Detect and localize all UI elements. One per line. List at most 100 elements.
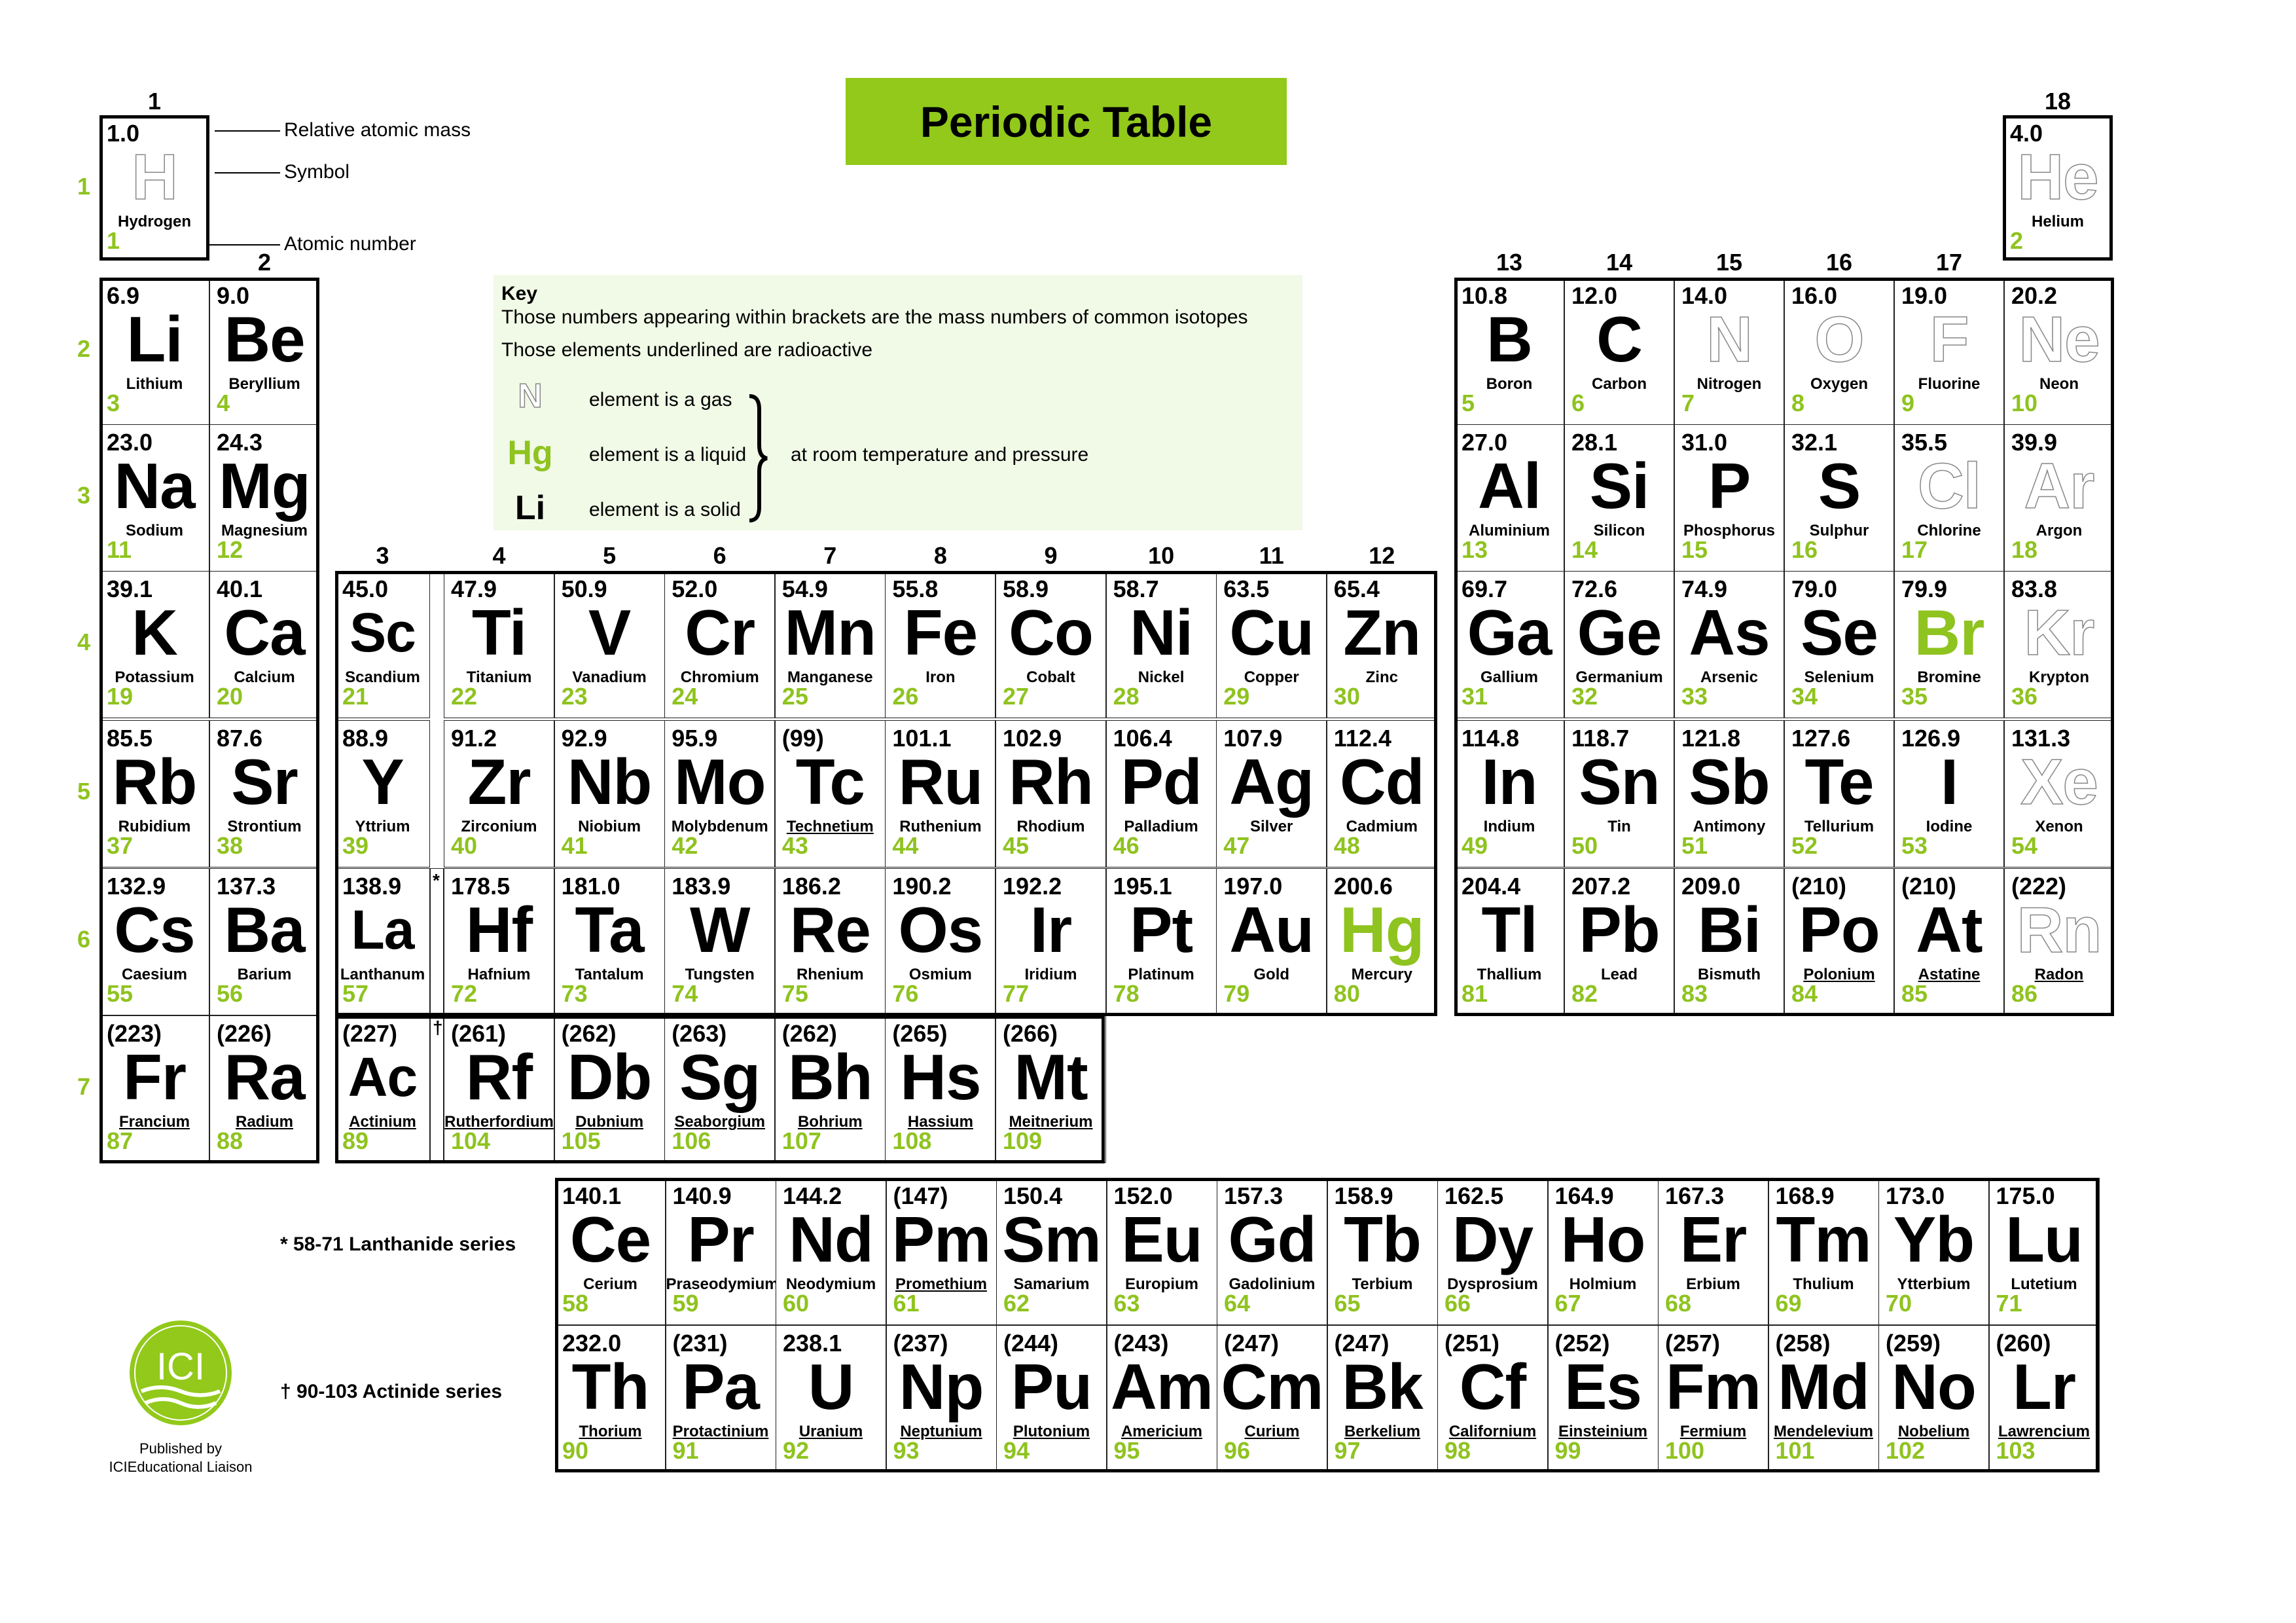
element-cell-rb[interactable]: 85.5 Rb Rubidium 37 <box>99 720 209 867</box>
element-cell-sg[interactable]: (263) Sg Seaborgium 106 <box>664 1015 776 1163</box>
element-cell-ce[interactable]: 140.1 Ce Cerium 58 <box>555 1178 666 1325</box>
element-cell-re[interactable]: 186.2 Re Rhenium 75 <box>774 868 886 1015</box>
element-cell-kr[interactable]: 83.8 Kr Krypton 36 <box>2004 571 2114 718</box>
element-cell-as[interactable]: 74.9 As Arsenic 33 <box>1674 571 1784 718</box>
element-cell-in[interactable]: 114.8 In Indium 49 <box>1454 720 1564 867</box>
element-cell-bk[interactable]: (247) Bk Berkelium 97 <box>1327 1325 1438 1472</box>
element-cell-cr[interactable]: 52.0 Cr Chromium 24 <box>664 571 776 718</box>
element-cell-he[interactable]: 4.0 He Helium 2 <box>2003 115 2113 261</box>
element-cell-tm[interactable]: 168.9 Tm Thulium 69 <box>1768 1178 1879 1325</box>
element-cell-fr[interactable]: (223) Fr Francium 87 <box>99 1015 209 1163</box>
element-cell-os[interactable]: 190.2 Os Osmium 76 <box>885 868 996 1015</box>
element-cell-yb[interactable]: 173.0 Yb Ytterbium 70 <box>1878 1178 1989 1325</box>
element-cell-au[interactable]: 197.0 Au Gold 79 <box>1216 868 1327 1015</box>
element-cell-y[interactable]: 88.9 Y Yttrium 39 <box>335 720 430 867</box>
element-cell-f[interactable]: 19.0 F Fluorine 9 <box>1894 278 2004 425</box>
element-cell-hf[interactable]: 178.5 Hf Hafnium 72 <box>444 868 554 1015</box>
element-cell-se[interactable]: 79.0 Se Selenium 34 <box>1784 571 1894 718</box>
element-cell-ga[interactable]: 69.7 Ga Gallium 31 <box>1454 571 1564 718</box>
element-cell-pb[interactable]: 207.2 Pb Lead 82 <box>1564 868 1674 1015</box>
element-cell-cm[interactable]: (247) Cm Curium 96 <box>1217 1325 1327 1472</box>
element-cell-lu[interactable]: 175.0 Lu Lutetium 71 <box>1988 1178 2100 1325</box>
element-cell-dy[interactable]: 162.5 Dy Dysprosium 66 <box>1437 1178 1548 1325</box>
element-cell-sm[interactable]: 150.4 Sm Samarium 62 <box>996 1178 1107 1325</box>
element-cell-fe[interactable]: 55.8 Fe Iron 26 <box>885 571 996 718</box>
element-cell-bi[interactable]: 209.0 Bi Bismuth 83 <box>1674 868 1784 1015</box>
element-cell-cs[interactable]: 132.9 Cs Caesium 55 <box>99 868 209 1015</box>
element-cell-ge[interactable]: 72.6 Ge Germanium 32 <box>1564 571 1674 718</box>
element-cell-n[interactable]: 14.0 N Nitrogen 7 <box>1674 278 1784 425</box>
element-cell-i[interactable]: 126.9 I Iodine 53 <box>1894 720 2004 867</box>
element-cell-tb[interactable]: 158.9 Tb Terbium 65 <box>1327 1178 1438 1325</box>
element-cell-u[interactable]: 238.1 U Uranium 92 <box>776 1325 886 1472</box>
element-cell-ag[interactable]: 107.9 Ag Silver 47 <box>1216 720 1327 867</box>
element-cell-ne[interactable]: 20.2 Ne Neon 10 <box>2004 278 2114 425</box>
element-cell-ti[interactable]: 47.9 Ti Titanium 22 <box>444 571 554 718</box>
element-cell-na[interactable]: 23.0 Na Sodium 11 <box>99 424 209 572</box>
element-cell-be[interactable]: 9.0 Be Beryllium 4 <box>209 278 319 425</box>
element-cell-cl[interactable]: 35.5 Cl Chlorine 17 <box>1894 424 2004 572</box>
element-cell-po[interactable]: (210) Po Polonium 84 <box>1784 868 1894 1015</box>
element-cell-gd[interactable]: 157.3 Gd Gadolinium 64 <box>1217 1178 1327 1325</box>
element-cell-o[interactable]: 16.0 O Oxygen 8 <box>1784 278 1894 425</box>
element-cell-li[interactable]: 6.9 Li Lithium 3 <box>99 278 209 425</box>
element-cell-ni[interactable]: 58.7 Ni Nickel 28 <box>1105 571 1217 718</box>
element-cell-ba[interactable]: 137.3 Ba Barium 56 <box>209 868 319 1015</box>
element-cell-al[interactable]: 27.0 Al Aluminium 13 <box>1454 424 1564 572</box>
element-cell-pd[interactable]: 106.4 Pd Palladium 46 <box>1105 720 1217 867</box>
element-cell-mn[interactable]: 54.9 Mn Manganese 25 <box>774 571 886 718</box>
element-cell-es[interactable]: (252) Es Einsteinium 99 <box>1547 1325 1659 1472</box>
element-cell-sn[interactable]: 118.7 Sn Tin 50 <box>1564 720 1674 867</box>
element-cell-at[interactable]: (210) At Astatine 85 <box>1894 868 2004 1015</box>
element-cell-zn[interactable]: 65.4 Zn Zinc 30 <box>1326 571 1437 718</box>
element-cell-md[interactable]: (258) Md Mendelevium 101 <box>1768 1325 1879 1472</box>
element-cell-ir[interactable]: 192.2 Ir Iridium 77 <box>996 868 1106 1015</box>
element-cell-sc[interactable]: 45.0 Sc Scandium 21 <box>335 571 430 718</box>
element-cell-pr[interactable]: 140.9 Pr Praseodymium 59 <box>665 1178 776 1325</box>
element-cell-db[interactable]: (262) Db Dubnium 105 <box>554 1015 665 1163</box>
element-cell-xe[interactable]: 131.3 Xe Xenon 54 <box>2004 720 2114 867</box>
element-cell-no[interactable]: (259) No Nobelium 102 <box>1878 1325 1989 1472</box>
element-cell-cf[interactable]: (251) Cf Californium 98 <box>1437 1325 1548 1472</box>
element-cell-mo[interactable]: 95.9 Mo Molybdenum 42 <box>664 720 776 867</box>
element-cell-pt[interactable]: 195.1 Pt Platinum 78 <box>1105 868 1217 1015</box>
element-cell-pu[interactable]: (244) Pu Plutonium 94 <box>996 1325 1107 1472</box>
element-cell-mt[interactable]: (266) Mt Meitnerium 109 <box>996 1015 1106 1163</box>
element-cell-er[interactable]: 167.3 Er Erbium 68 <box>1658 1178 1768 1325</box>
element-cell-pa[interactable]: (231) Pa Protactinium 91 <box>665 1325 776 1472</box>
element-cell-si[interactable]: 28.1 Si Silicon 14 <box>1564 424 1674 572</box>
element-cell-th[interactable]: 232.0 Th Thorium 90 <box>555 1325 666 1472</box>
element-cell-rh[interactable]: 102.9 Rh Rhodium 45 <box>996 720 1106 867</box>
element-cell-lr[interactable]: (260) Lr Lawrencium 103 <box>1988 1325 2100 1472</box>
element-cell-h[interactable]: 1.0 H Hydrogen 1 <box>99 115 209 261</box>
element-cell-br[interactable]: 79.9 Br Bromine 35 <box>1894 571 2004 718</box>
element-cell-k[interactable]: 39.1 K Potassium 19 <box>99 571 209 718</box>
element-cell-am[interactable]: (243) Am Americium 95 <box>1106 1325 1217 1472</box>
element-cell-s[interactable]: 32.1 S Sulphur 16 <box>1784 424 1894 572</box>
element-cell-rn[interactable]: (222) Rn Radon 86 <box>2004 868 2114 1015</box>
element-cell-hg[interactable]: 200.6 Hg Mercury 80 <box>1326 868 1437 1015</box>
element-cell-np[interactable]: (237) Np Neptunium 93 <box>886 1325 997 1472</box>
element-cell-b[interactable]: 10.8 B Boron 5 <box>1454 278 1564 425</box>
element-cell-mg[interactable]: 24.3 Mg Magnesium 12 <box>209 424 319 572</box>
element-cell-fm[interactable]: (257) Fm Fermium 100 <box>1658 1325 1768 1472</box>
element-cell-ca[interactable]: 40.1 Ca Calcium 20 <box>209 571 319 718</box>
element-cell-sb[interactable]: 121.8 Sb Antimony 51 <box>1674 720 1784 867</box>
element-cell-p[interactable]: 31.0 P Phosphorus 15 <box>1674 424 1784 572</box>
element-cell-tl[interactable]: 204.4 Tl Thallium 81 <box>1454 868 1564 1015</box>
element-cell-ho[interactable]: 164.9 Ho Holmium 67 <box>1547 1178 1659 1325</box>
element-cell-nd[interactable]: 144.2 Nd Neodymium 60 <box>776 1178 886 1325</box>
element-cell-hs[interactable]: (265) Hs Hassium 108 <box>885 1015 996 1163</box>
element-cell-ta[interactable]: 181.0 Ta Tantalum 73 <box>554 868 665 1015</box>
element-cell-eu[interactable]: 152.0 Eu Europium 63 <box>1106 1178 1217 1325</box>
element-cell-te[interactable]: 127.6 Te Tellurium 52 <box>1784 720 1894 867</box>
element-cell-zr[interactable]: 91.2 Zr Zirconium 40 <box>444 720 554 867</box>
element-cell-nb[interactable]: 92.9 Nb Niobium 41 <box>554 720 665 867</box>
element-cell-w[interactable]: 183.9 W Tungsten 74 <box>664 868 776 1015</box>
element-cell-la[interactable]: 138.9 La Lanthanum 57 <box>335 868 430 1015</box>
element-cell-cd[interactable]: 112.4 Cd Cadmium 48 <box>1326 720 1437 867</box>
element-cell-bh[interactable]: (262) Bh Bohrium 107 <box>774 1015 886 1163</box>
element-cell-sr[interactable]: 87.6 Sr Strontium 38 <box>209 720 319 867</box>
element-cell-co[interactable]: 58.9 Co Cobalt 27 <box>996 571 1106 718</box>
element-cell-rf[interactable]: (261) Rf Rutherfordium 104 <box>444 1015 554 1163</box>
